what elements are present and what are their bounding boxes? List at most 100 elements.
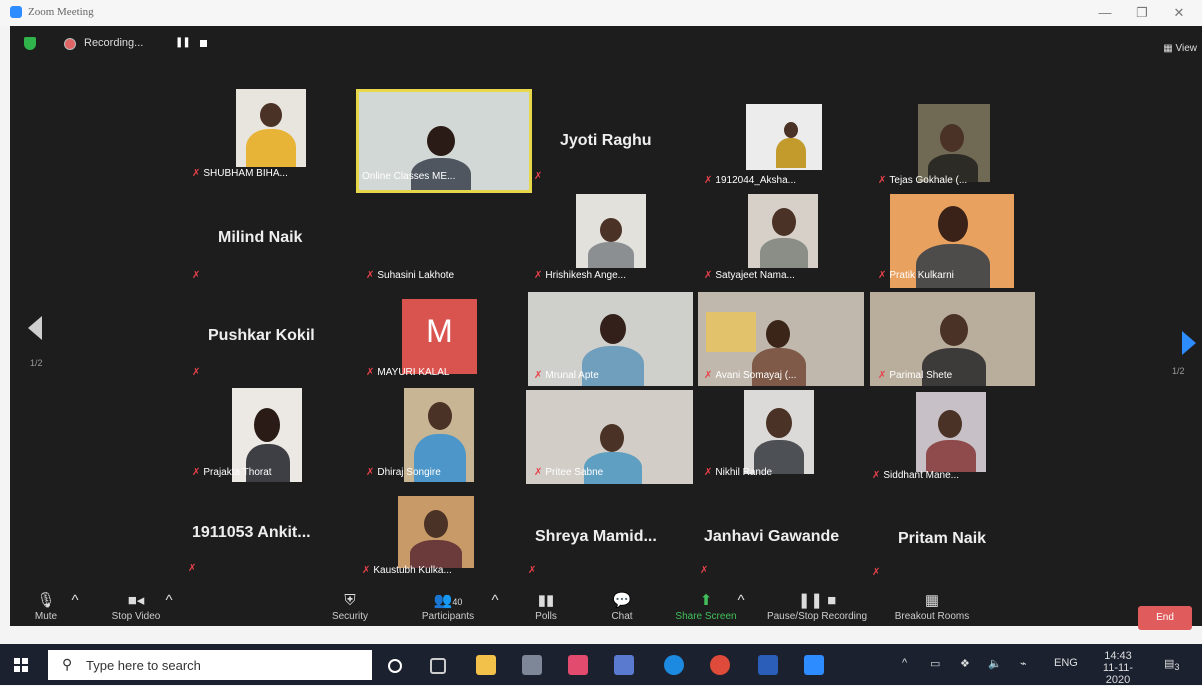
recording-dot-icon <box>64 38 76 50</box>
muted-mic-icon: ✗ <box>534 370 543 381</box>
participant-label-6: ✗ Suhasini Lakhote <box>366 270 455 281</box>
caret-up-icon: ^ <box>71 592 79 609</box>
chat-button[interactable]: 💬 Chat <box>600 591 644 622</box>
grid-icon: ▦ <box>1163 43 1176 54</box>
participant-avatar-11[interactable]: M <box>402 299 477 374</box>
windows-start-icon[interactable] <box>14 658 28 672</box>
participants-options-caret[interactable]: ^ <box>488 591 502 611</box>
share-options-caret[interactable]: ^ <box>734 591 748 611</box>
participant-label-7: ✗ Hrishikesh Ange... <box>534 270 626 281</box>
end-meeting-button[interactable]: End <box>1138 606 1192 630</box>
pause-stop-recording-button[interactable]: ❚❚ ■ Pause/Stop Recording <box>758 591 876 622</box>
restore-button[interactable]: ❐ <box>1127 2 1157 24</box>
word-icon[interactable] <box>758 655 778 675</box>
view-button[interactable]: ▦ View <box>1163 43 1197 54</box>
clock-date: 11-11-2020 <box>1102 662 1134 686</box>
meeting-topbar: Recording... ❚❚ ▦ View <box>10 26 1202 64</box>
search-icon: ⚲ <box>62 656 73 672</box>
participant-label-15: ✗ Prajakta Thorat <box>192 467 272 478</box>
participant-name-5: Milind Naik <box>218 229 303 246</box>
security-button[interactable]: ⛨ Security <box>322 591 378 622</box>
stop-recording-button[interactable] <box>200 40 207 47</box>
participants-button[interactable]: 👥40 Participants <box>412 591 484 622</box>
system-tray-chevron-icon[interactable]: ^ <box>902 657 907 669</box>
pause-recording-button[interactable]: ❚❚ <box>175 37 191 48</box>
participant-mic-10: ✗ <box>192 367 203 378</box>
shield-icon: ⛨ <box>344 592 356 609</box>
network-icon[interactable]: ⌁ <box>1020 657 1027 670</box>
share-screen-label: Share Screen <box>675 611 737 622</box>
muted-mic-icon: ✗ <box>700 565 709 576</box>
participant-mic-22: ✗ <box>528 565 539 576</box>
muted-mic-icon: ✗ <box>534 270 543 281</box>
participant-label-16: ✗ Dhiraj Songire <box>366 467 441 478</box>
volume-icon[interactable]: 🔈 <box>988 657 1002 670</box>
participant-label-9: ✗ Pratik Kulkarni <box>878 270 954 281</box>
participant-video-21[interactable] <box>398 496 474 568</box>
participant-name-10: Pushkar Kokil <box>208 327 315 344</box>
muted-mic-icon: ✗ <box>878 370 887 381</box>
participant-label-11: ✗ MAYURI KALAL <box>366 367 450 378</box>
mute-button[interactable]: 🎙 Mute <box>24 591 68 622</box>
video-options-caret[interactable]: ^ <box>162 591 176 611</box>
muted-mic-icon: ✗ <box>366 367 375 378</box>
breakout-rooms-button[interactable]: ▦ Breakout Rooms <box>886 591 978 622</box>
participant-name-20: 1911053 Ankit... <box>192 524 311 541</box>
window-title: Zoom Meeting <box>28 6 94 18</box>
dropbox-icon[interactable]: ❖ <box>960 657 970 670</box>
notification-count: 3 <box>1174 662 1180 673</box>
participant-name-23: Janhavi Gawande <box>704 528 840 545</box>
audio-options-caret[interactable]: ^ <box>68 591 82 611</box>
taskbar-search-box[interactable]: ⚲ Type here to search <box>48 650 372 680</box>
page-indicator-left: 1/2 <box>30 358 43 368</box>
participant-mic-23: ✗ <box>700 565 711 576</box>
muted-mic-icon: ✗ <box>192 467 201 478</box>
participant-video-8[interactable] <box>748 194 818 268</box>
caret-up-icon: ^ <box>491 592 499 609</box>
participant-label-8: ✗ Satyajeet Nama... <box>704 270 795 281</box>
store-icon[interactable] <box>614 655 634 675</box>
input-language[interactable]: ENG <box>1054 657 1078 669</box>
app-icon[interactable] <box>522 655 542 675</box>
breakout-rooms-label: Breakout Rooms <box>894 611 970 622</box>
participant-label-0: ✗ SHUBHAM BIHA... <box>192 168 288 179</box>
gift-icon[interactable] <box>568 655 588 675</box>
bar-chart-icon: ▮▮ <box>537 592 555 609</box>
cortana-icon[interactable] <box>388 659 402 673</box>
participant-video-0[interactable] <box>236 89 306 167</box>
chrome-icon[interactable] <box>710 655 730 675</box>
share-screen-icon: ⬆ <box>699 592 713 609</box>
task-view-icon[interactable] <box>430 658 446 674</box>
participant-label-14: ✗ Parimal Shete <box>878 370 953 381</box>
muted-mic-icon: ✗ <box>704 467 713 478</box>
muted-mic-icon: ✗ <box>704 370 713 381</box>
participant-video-7[interactable] <box>576 194 646 268</box>
muted-mic-icon: ✗ <box>528 565 537 576</box>
file-explorer-icon[interactable] <box>476 655 496 675</box>
participant-mic-20: ✗ <box>188 563 199 574</box>
muted-mic-icon: ✗ <box>878 175 887 186</box>
participants-icon: 👥40 <box>433 592 463 609</box>
polls-button[interactable]: ▮▮ Polls <box>524 591 568 622</box>
participant-video-19[interactable] <box>916 392 986 472</box>
stop-video-label: Stop Video <box>111 611 161 622</box>
encryption-shield-icon[interactable] <box>24 37 36 50</box>
next-page-arrow-icon[interactable] <box>1182 331 1196 355</box>
share-screen-button[interactable]: ⬆ Share Screen <box>668 591 744 622</box>
notifications-icon[interactable]: ▤3 <box>1164 657 1180 672</box>
participant-video-4[interactable] <box>918 104 990 182</box>
battery-icon[interactable]: ▭ <box>930 657 940 670</box>
edge-browser-icon[interactable] <box>664 655 684 675</box>
participant-video-3[interactable] <box>746 104 822 170</box>
recording-label: Pause/Stop Recording <box>766 611 868 622</box>
zoom-app-icon[interactable] <box>804 655 824 675</box>
previous-page-arrow-icon[interactable] <box>28 316 42 340</box>
muted-mic-icon: ✗ <box>534 171 543 182</box>
close-button[interactable]: ✕ <box>1164 2 1194 24</box>
muted-mic-icon: ✗ <box>192 367 201 378</box>
participant-video-18[interactable] <box>744 390 814 474</box>
muted-mic-icon: ✗ <box>872 470 881 481</box>
avatar-initial: M <box>426 313 453 349</box>
minimize-button[interactable]: — <box>1090 2 1120 24</box>
taskbar-clock[interactable]: 14:43 11-11-2020 <box>1096 650 1140 686</box>
